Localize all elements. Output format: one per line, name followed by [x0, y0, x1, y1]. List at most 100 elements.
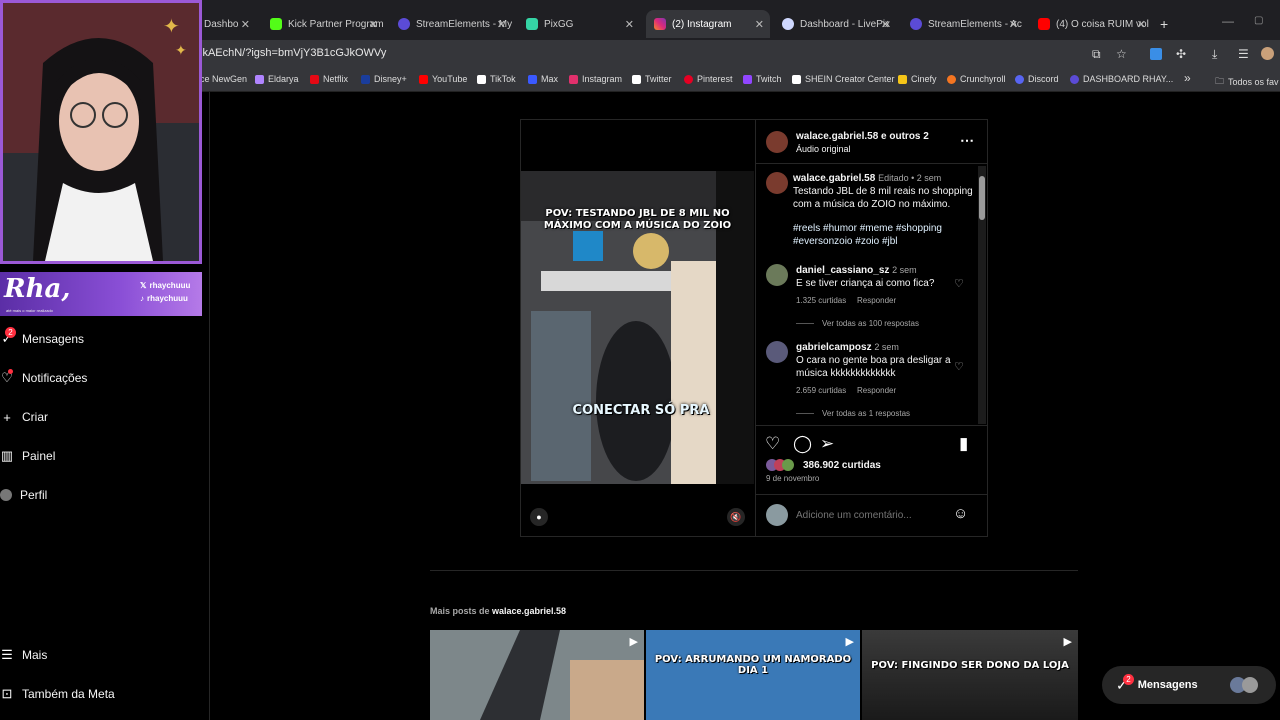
bookmark-discord[interactable]: Discord — [1015, 74, 1059, 84]
tab-livepix[interactable]: Dashboard - LivePix ✕ — [774, 10, 896, 38]
discord-icon — [1015, 74, 1024, 84]
bookmark-disney[interactable]: Disney+ — [361, 74, 407, 84]
close-icon[interactable]: ✕ — [755, 18, 764, 31]
post-likes-count[interactable]: 386.902 curtidas — [803, 460, 881, 471]
comment-icon[interactable]: ◯ — [793, 434, 812, 454]
profile-avatar[interactable] — [1261, 47, 1274, 60]
bookmark-star-icon[interactable]: ☆ — [1116, 47, 1127, 61]
scrollbar-thumb[interactable] — [979, 176, 985, 220]
post-header-user[interactable]: walace.gabriel.58 e outros 2 — [796, 131, 929, 142]
bookmark-shein[interactable]: SHEIN Creator Center — [792, 74, 895, 84]
bookmark-dashboard-rhay[interactable]: DASHBOARD RHAY... — [1070, 74, 1173, 84]
sidebar-item-profile[interactable]: Perfil — [0, 488, 47, 502]
bookmark-crunchyroll[interactable]: Crunchyroll — [947, 74, 1006, 84]
bookmark-eldarya[interactable]: Eldarya — [255, 74, 299, 84]
bookmark-newgen[interactable]: ce NewGen — [200, 74, 247, 84]
avatar[interactable] — [766, 341, 788, 363]
minimize-icon[interactable]: — — [1222, 14, 1234, 28]
bookmarks-more-button[interactable]: » — [1184, 71, 1191, 85]
emoji-icon[interactable]: ☺ — [953, 505, 968, 522]
divider — [755, 425, 987, 426]
tab-instagram[interactable]: (2) Instagram ✕ — [646, 10, 770, 38]
streamelements-icon — [1070, 74, 1079, 84]
all-bookmarks-folder[interactable]: 🗀 Todos os fav — [1215, 74, 1279, 90]
bookmark-twitter[interactable]: Twitter — [632, 74, 672, 84]
thumb-escalator-scene — [430, 630, 644, 720]
comment-like-heart-icon[interactable]: ♡ — [954, 360, 964, 373]
tab-label: (4) O coisa RUIM vol — [1056, 18, 1149, 30]
close-icon[interactable]: ✕ — [881, 18, 890, 31]
more-posts-user[interactable]: walace.gabriel.58 — [492, 606, 566, 616]
bookmark-tiktok[interactable]: TikTok — [477, 74, 516, 84]
instagram-icon — [569, 74, 578, 84]
download-icon[interactable]: ⤓ — [1212, 47, 1217, 62]
floating-messages-button[interactable]: ✓ Mensagens — [1102, 666, 1276, 704]
youtube-icon — [1038, 18, 1050, 30]
avatar[interactable] — [766, 172, 788, 194]
bookmark-cinefy[interactable]: Cinefy — [898, 74, 937, 84]
comment-time: 2 sem — [874, 342, 899, 352]
more-options-icon[interactable]: ⋯ — [960, 132, 974, 149]
avatar[interactable] — [766, 264, 788, 286]
bookmark-instagram[interactable]: Instagram — [569, 74, 622, 84]
close-icon[interactable]: ✕ — [1009, 18, 1018, 31]
close-icon[interactable]: ✕ — [241, 18, 250, 31]
like-heart-icon[interactable]: ♡ — [765, 434, 780, 454]
url-field[interactable]: jkAEchN/?igsh=bmVjY3B1cGJkOWVy — [200, 47, 386, 59]
tagged-people-icon[interactable]: ● — [530, 508, 548, 526]
avatar — [766, 504, 788, 526]
tab-label: Dashbo — [204, 18, 239, 30]
extension-icon[interactable] — [1150, 48, 1162, 60]
tab-streamelements-2[interactable]: StreamElements - Ac ✕ — [902, 10, 1024, 38]
view-replies-button[interactable]: Ver todas as 100 respostas — [796, 319, 919, 328]
close-icon[interactable]: ✕ — [625, 18, 634, 31]
more-post-thumb[interactable]: ▶ POV: FINGINDO SER DONO DA LOJA — [862, 630, 1078, 720]
mute-icon[interactable]: 🔇 — [727, 508, 745, 526]
comment-username[interactable]: daniel_cassiano_sz — [796, 265, 889, 276]
reel-video-frame: POV: TESTANDO JBL DE 8 MIL NO MÁXIMO COM… — [521, 171, 754, 484]
comment-reply-button[interactable]: Responder — [857, 386, 896, 395]
bookmark-twitch[interactable]: Twitch — [743, 74, 782, 84]
share-icon[interactable]: ➢ — [820, 434, 834, 454]
sidebar-item-notifications[interactable]: ♡ Notificações — [0, 370, 87, 385]
more-post-thumb[interactable]: ▶ — [430, 630, 644, 720]
tab-pixgg[interactable]: PixGG ✕ — [518, 10, 640, 38]
bookmark-youtube[interactable]: YouTube — [419, 74, 467, 84]
bookmark-netflix[interactable]: Netflix — [310, 74, 348, 84]
comment-username[interactable]: gabrielcamposz — [796, 342, 872, 353]
banner-sub: até mais o maior realizado — [6, 308, 53, 313]
sidebar-item-dashboard[interactable]: ▥ Painel — [0, 448, 56, 463]
save-bookmark-icon[interactable]: ▮ — [959, 434, 968, 454]
handle-text: rhaychuuu — [149, 281, 191, 290]
close-icon[interactable]: ✕ — [497, 18, 506, 31]
comment-likes[interactable]: 2.659 curtidas — [796, 386, 846, 395]
sidebar-item-create[interactable]: + Criar — [0, 410, 48, 425]
caption-username[interactable]: walace.gabriel.58 — [793, 173, 875, 184]
tab-kick[interactable]: Kick Partner Program ✕ — [262, 10, 384, 38]
comment-time: 2 sem — [892, 265, 917, 275]
comment-likes[interactable]: 1.325 curtidas — [796, 296, 846, 305]
bookmark-max[interactable]: Max — [528, 74, 558, 84]
post-header-audio[interactable]: Áudio original — [796, 143, 851, 156]
tab-streamelements[interactable]: StreamElements - My ✕ — [390, 10, 512, 38]
sidebar-item-more[interactable]: ☰ Mais — [0, 647, 47, 662]
install-app-icon[interactable]: ⧉ — [1092, 47, 1101, 62]
comment-like-heart-icon[interactable]: ♡ — [954, 277, 964, 290]
tab-youtube[interactable]: (4) O coisa RUIM vol ✕ — [1030, 10, 1152, 38]
more-post-thumb[interactable]: ▶ POV: ARRUMANDO UM NAMORADO DIA 1 — [646, 630, 860, 720]
new-tab-button[interactable]: + — [1160, 16, 1168, 32]
avatar[interactable] — [766, 131, 788, 153]
bookmark-pinterest[interactable]: Pinterest — [684, 74, 733, 84]
tab-dashboard[interactable]: Dashbo ✕ — [196, 10, 256, 38]
close-icon[interactable]: ✕ — [1137, 18, 1146, 31]
comment-reply-button[interactable]: Responder — [857, 296, 896, 305]
view-replies-button[interactable]: Ver todas as 1 respostas — [796, 409, 910, 418]
restore-icon[interactable]: ▢ — [1254, 15, 1263, 26]
post-caption-tags[interactable]: #reels #humor #meme #shopping #eversonzo… — [793, 222, 973, 248]
sidebar-item-also-from-meta[interactable]: ⊡ Também da Meta — [0, 686, 115, 701]
tab-search-icon[interactable]: ☰ — [1238, 47, 1249, 61]
post-caption-header: walace.gabriel.58 Editado • 2 sem — [793, 173, 973, 184]
comment-input[interactable] — [796, 508, 946, 522]
close-icon[interactable]: ✕ — [369, 18, 378, 31]
extensions-puzzle-icon[interactable]: ✣ — [1176, 47, 1186, 61]
